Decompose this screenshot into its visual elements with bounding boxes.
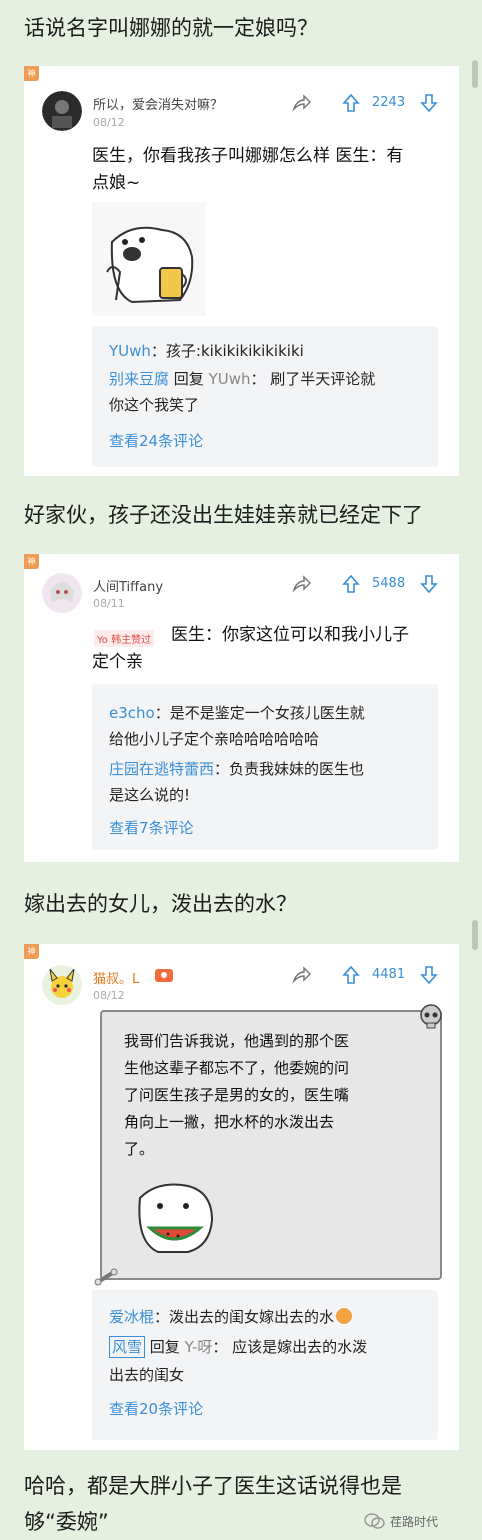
bear-watermelon-sticker bbox=[138, 1183, 214, 1253]
vip-badge-icon bbox=[155, 969, 173, 982]
author-liked-badge: Yo 韩主赞过 bbox=[94, 630, 155, 647]
upvote-icon[interactable] bbox=[342, 574, 360, 594]
comment-text: ：负责我妹妹的医生也 bbox=[214, 760, 365, 778]
view-comments-link[interactable]: 查看20条评论 bbox=[109, 1398, 203, 1419]
share-icon[interactable] bbox=[291, 574, 311, 594]
post-username[interactable]: 人间Tiffany bbox=[93, 576, 163, 595]
commenter-name[interactable]: 别来豆腐 bbox=[109, 370, 169, 388]
comment-line-cont: 你这个我笑了 bbox=[109, 396, 200, 414]
caption-4-line-1: 哈哈，都是大胖小子了医生这话说得也是 bbox=[24, 1474, 402, 1498]
post-body-line-1: 医生：你家这位可以和我小儿子 bbox=[171, 625, 409, 645]
comment-line: 庄园在逃特蕾西：负责我妹妹的医生也 bbox=[109, 756, 426, 782]
downvote-icon[interactable] bbox=[420, 965, 438, 985]
post-username[interactable]: 猫叔。L bbox=[93, 968, 139, 987]
bone-icon bbox=[94, 1268, 118, 1286]
comment-text: ：是不是鉴定一个女孩儿医生就 bbox=[154, 704, 365, 722]
upvote-count: 4481 bbox=[372, 967, 406, 982]
god-comment-badge: 神 bbox=[24, 554, 39, 569]
commenter-name[interactable]: YUwh bbox=[109, 342, 151, 360]
scroll-text-line: 了问医生孩子是男的女的，医生嘴 bbox=[124, 1086, 350, 1104]
upvote-count: 2243 bbox=[372, 95, 406, 110]
reply-target[interactable]: YUwh bbox=[209, 370, 251, 388]
post-date: 08/11 bbox=[93, 597, 125, 610]
reply-target[interactable]: Y-呀 bbox=[185, 1338, 213, 1356]
upvote-icon[interactable] bbox=[342, 965, 360, 985]
god-comment-badge: 神 bbox=[24, 66, 39, 81]
commenter-name[interactable]: 爱冰棍 bbox=[109, 1308, 154, 1326]
user-avatar[interactable] bbox=[42, 91, 82, 131]
share-icon[interactable] bbox=[291, 93, 311, 113]
comment-line: YUwh：孩子:kikikikikikikiki bbox=[109, 338, 426, 364]
comment-line: 风雪 回复 Y-呀： 应该是嫁出去的水泼 bbox=[109, 1334, 426, 1360]
comment-line: 别来豆腐 回复 YUwh： 刷了半天评论就 bbox=[109, 366, 426, 392]
scroll-text-line: 我哥们告诉我说，他遇到的那个医 bbox=[124, 1032, 350, 1050]
commenter-name[interactable]: e3cho bbox=[109, 704, 155, 722]
user-avatar[interactable] bbox=[42, 965, 82, 1005]
comment-box-3: 爱冰棍：泼出去的闺女嫁出去的水 风雪 回复 Y-呀： 应该是嫁出去的水泼 出去的… bbox=[92, 1290, 438, 1440]
comment-line-cont: 给他小儿子定个亲哈哈哈哈哈哈 bbox=[109, 730, 320, 748]
scrollbar-thumb[interactable] bbox=[472, 60, 478, 88]
post-body-line-1: 医生，你看我孩子叫娜娜怎么样 医生：有 bbox=[92, 146, 404, 166]
comment-text: ： 刷了半天评论就 bbox=[250, 370, 376, 388]
reply-label: 回复 bbox=[145, 1338, 185, 1356]
caption-2: 好家伙，孩子还没出生娃娃亲就已经定下了 bbox=[24, 503, 423, 527]
comment-text: ： 应该是嫁出去的水泼 bbox=[212, 1338, 368, 1356]
god-comment-badge: 神 bbox=[24, 944, 39, 959]
post-body-line-2: 定个亲 bbox=[92, 652, 143, 672]
scroll-text-line: 生他这辈子都忘不了，他委婉的问 bbox=[124, 1059, 350, 1077]
comment-text: ：孩子:kikikikikikikiki bbox=[150, 342, 304, 360]
user-avatar[interactable] bbox=[42, 573, 82, 613]
post-body-line-2: 点娘~ bbox=[92, 173, 141, 193]
post-date: 08/12 bbox=[93, 989, 125, 1002]
reply-label: 回复 bbox=[169, 370, 209, 388]
wechat-logo-icon bbox=[364, 1513, 385, 1529]
scroll-text-image[interactable]: 我哥们告诉我说，他遇到的那个医 生他这辈子都忘不了，他委婉的问 了问医生孩子是男… bbox=[94, 1004, 442, 1286]
watermark: 荏路时代 bbox=[364, 1512, 438, 1530]
comment-box-1: YUwh：孩子:kikikikikikikiki 别来豆腐 回复 YUwh： 刷… bbox=[92, 326, 438, 467]
comment-text: ：泼出去的闺女嫁出去的水 bbox=[154, 1308, 335, 1326]
commenter-name[interactable]: 庄园在逃特蕾西 bbox=[109, 760, 214, 778]
scroll-text-line: 了。 bbox=[124, 1140, 155, 1158]
scroll-text-line: 角向上一撇，把水杯的水泼出去 bbox=[124, 1113, 335, 1131]
post-date: 08/12 bbox=[93, 116, 125, 129]
upvote-icon[interactable] bbox=[342, 93, 360, 113]
post-card-2: 神 人间Tiffany 08/11 5488 Yo 韩主赞过 医生：你家这位可以… bbox=[24, 554, 459, 862]
comment-line: 爱冰棍：泼出去的闺女嫁出去的水 bbox=[109, 1304, 426, 1330]
scrollbar-thumb[interactable] bbox=[472, 920, 478, 950]
downvote-icon[interactable] bbox=[420, 574, 438, 594]
bear-beer-meme-image[interactable] bbox=[92, 202, 206, 316]
caption-1: 话说名字叫娜娜的就一定娘吗？ bbox=[24, 16, 318, 40]
post-card-3: 神 猫叔。L 08/12 4481 我哥们告诉我说，他遇到的那个医 生他这辈子都… bbox=[24, 944, 459, 1450]
post-card-1: 神 所以，爱会消失对嘛？ 08/12 2243 医生，你看我孩子叫娜娜怎么样 医… bbox=[24, 66, 459, 476]
scroll-text: 我哥们告诉我说，他遇到的那个医 生他这辈子都忘不了，他委婉的问 了问医生孩子是男… bbox=[124, 1028, 349, 1163]
skull-icon bbox=[420, 1004, 442, 1029]
view-comments-link[interactable]: 查看7条评论 bbox=[109, 817, 194, 838]
downvote-icon[interactable] bbox=[420, 93, 438, 113]
post-username[interactable]: 所以，爱会消失对嘛？ bbox=[93, 94, 223, 113]
comment-line-cont: 出去的闺女 bbox=[109, 1366, 185, 1384]
comment-box-2: e3cho：是不是鉴定一个女孩儿医生就 给他小儿子定个亲哈哈哈哈哈哈 庄园在逃特… bbox=[92, 684, 438, 850]
comment-line-cont: 是这么说的! bbox=[109, 786, 191, 804]
commenter-name[interactable]: 风雪 bbox=[109, 1336, 146, 1358]
watermark-text: 荏路时代 bbox=[390, 1514, 439, 1529]
dog-emoji-icon bbox=[336, 1308, 353, 1324]
share-icon[interactable] bbox=[291, 965, 311, 985]
comment-line: e3cho：是不是鉴定一个女孩儿医生就 bbox=[109, 700, 426, 726]
view-comments-link[interactable]: 查看24条评论 bbox=[109, 430, 203, 451]
upvote-count: 5488 bbox=[372, 576, 406, 591]
caption-3: 嫁出去的女儿，泼出去的水？ bbox=[24, 892, 297, 916]
